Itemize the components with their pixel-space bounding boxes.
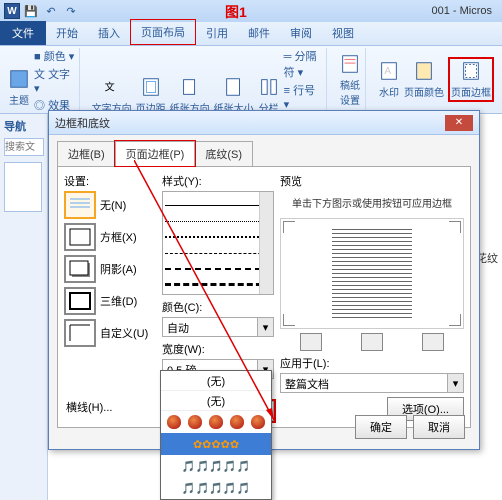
undo-icon[interactable]: ↶ <box>42 3 60 19</box>
tab-page-border[interactable]: 页面边框(P) <box>115 141 196 166</box>
preview-doc-icon <box>332 229 412 319</box>
tab-insert[interactable]: 插入 <box>88 21 130 45</box>
tab-mailings[interactable]: 邮件 <box>238 21 280 45</box>
navigation-pane: 导航 <box>0 114 48 500</box>
group-manuscript: 稿纸 设置 <box>335 48 366 111</box>
art-option-apples[interactable] <box>161 411 271 433</box>
search-input[interactable] <box>4 138 44 156</box>
setting-3d[interactable]: 三维(D) <box>64 287 156 315</box>
page-color-button[interactable]: 页面颜色 <box>404 60 444 99</box>
edge-btn-2[interactable] <box>361 333 383 351</box>
svg-text:文: 文 <box>104 80 114 93</box>
setting-shadow[interactable]: 阴影(A) <box>64 255 156 283</box>
text-direction-button[interactable]: 文文字方向 <box>92 76 132 115</box>
scrollbar[interactable] <box>259 192 273 294</box>
preview-column: 预览 单击下方图示或使用按钮可应用边框 应用于(L): 整篇文档▾ 选项(O).… <box>280 173 464 421</box>
preview-edge-buttons <box>280 333 464 351</box>
color-label: 颜色(C): <box>162 299 274 315</box>
apply-label: 应用于(L): <box>280 355 464 371</box>
setting-custom[interactable]: 自定义(U) <box>64 319 156 347</box>
art-option-pattern-1[interactable]: ✿✿✿✿✿ <box>161 433 271 455</box>
ok-button[interactable]: 确定 <box>355 415 407 439</box>
tab-file[interactable]: 文件 <box>0 21 46 45</box>
preview-label: 预览 <box>280 173 464 189</box>
dialog-titlebar: 边框和底纹 ✕ <box>49 111 479 135</box>
breaks-button[interactable]: ═ 分隔符 ▾ <box>284 48 322 80</box>
style-list[interactable] <box>162 191 274 295</box>
group-page-setup: 文文字方向 页边距 纸张方向 纸张大小 分栏 ═ 分隔符 ▾ ≡ 行号 ▾ bē… <box>88 48 327 111</box>
tab-borders[interactable]: 边框(B) <box>57 141 116 166</box>
margins-button[interactable]: 页边距 <box>136 76 166 115</box>
theme-colors[interactable]: ■ 颜色 ▾ <box>34 48 75 64</box>
orientation-button[interactable]: 纸张方向 <box>170 76 210 115</box>
close-icon[interactable]: ✕ <box>445 115 473 131</box>
settings-label: 设置: <box>64 173 156 189</box>
size-button[interactable]: 纸张大小 <box>214 76 254 115</box>
preview-hint: 单击下方图示或使用按钮可应用边框 <box>280 195 464 210</box>
dialog-tabs: 边框(B) 页面边框(P) 底纹(S) <box>49 135 479 166</box>
hline-button[interactable]: 横线(H)... <box>66 399 112 415</box>
art-dropdown: (无) (无) ✿✿✿✿✿ 🎵🎵🎵🎵🎵 🎵🎵🎵🎵🎵 <box>160 370 272 500</box>
ribbon-tabs: 文件 开始 插入 页面布局 引用 邮件 审阅 视图 <box>0 22 502 46</box>
color-combo[interactable]: 自动▾ <box>162 317 274 337</box>
group-page-background: A水印 页面颜色 页面边框 <box>374 48 498 111</box>
edge-btn-3[interactable] <box>422 333 444 351</box>
art-option-none-2[interactable]: (无) <box>161 391 271 411</box>
ribbon: 主题 ■ 颜色 ▾ 文 文字 ▾ ◎ 效果 ▾ 主题 文文字方向 页边距 纸张方… <box>0 46 502 114</box>
preview-box[interactable] <box>280 218 464 329</box>
save-icon[interactable]: 💾 <box>22 3 40 19</box>
edge-btn-1[interactable] <box>300 333 322 351</box>
settings-column: 设置: 无(N) 方框(X) 阴影(A) 三维(D) 自定义(U) <box>64 173 156 421</box>
line-numbers-button[interactable]: ≡ 行号 ▾ <box>284 82 322 111</box>
theme-fonts[interactable]: 文 文字 ▾ <box>34 66 75 95</box>
nav-title: 导航 <box>4 118 43 134</box>
dialog-title: 边框和底纹 <box>55 115 110 131</box>
figure-label: 图1 <box>225 2 247 22</box>
chevron-down-icon[interactable]: ▾ <box>447 374 463 392</box>
art-option-pattern-3[interactable]: 🎵🎵🎵🎵🎵 <box>161 477 271 499</box>
tab-references[interactable]: 引用 <box>196 21 238 45</box>
style-label: 样式(Y): <box>162 173 274 189</box>
tab-view[interactable]: 视图 <box>322 21 364 45</box>
tab-shading[interactable]: 底纹(S) <box>194 141 253 166</box>
themes-button[interactable]: 主题 <box>8 68 30 107</box>
setting-box[interactable]: 方框(X) <box>64 223 156 251</box>
tab-page-layout[interactable]: 页面布局 <box>130 19 196 45</box>
chevron-down-icon[interactable]: ▾ <box>257 318 273 336</box>
tab-review[interactable]: 审阅 <box>280 21 322 45</box>
redo-icon[interactable]: ↷ <box>62 3 80 19</box>
art-option-pattern-2[interactable]: 🎵🎵🎵🎵🎵 <box>161 455 271 477</box>
width-label: 宽度(W): <box>162 341 274 357</box>
apply-combo[interactable]: 整篇文档▾ <box>280 373 464 393</box>
tab-home[interactable]: 开始 <box>46 21 88 45</box>
setting-none[interactable]: 无(N) <box>64 191 156 219</box>
window-title: 001 - Micros <box>431 5 492 17</box>
art-option-none-1[interactable]: (无) <box>161 371 271 391</box>
word-icon: W <box>4 3 20 19</box>
nav-thumb-1[interactable] <box>4 162 42 212</box>
manuscript-button[interactable]: 稿纸 设置 <box>339 53 361 107</box>
columns-button[interactable]: 分栏 <box>258 76 280 115</box>
quick-access-toolbar: W 💾 ↶ ↷ 001 - Micros <box>0 0 502 22</box>
cancel-button[interactable]: 取消 <box>413 415 465 439</box>
svg-text:A: A <box>384 66 391 77</box>
group-themes: 主题 ■ 颜色 ▾ 文 文字 ▾ ◎ 效果 ▾ 主题 <box>4 48 80 111</box>
page-borders-button[interactable]: 页面边框 <box>448 57 494 102</box>
watermark-button[interactable]: A水印 <box>378 60 400 99</box>
